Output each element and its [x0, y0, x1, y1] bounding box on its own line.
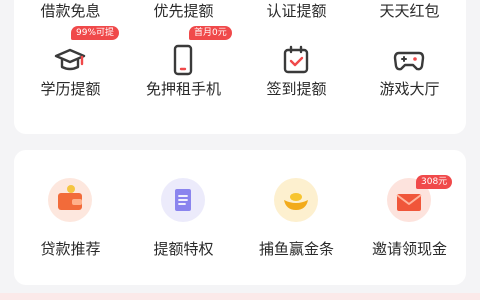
services-grid: 贷款推荐 提额特权 捕鱼赢金条 308元 邀请领现金 — [14, 150, 466, 285]
quota-features-card: 借款免息 优先提额 认证提额 天天红包 99%可提 学历提额 首月0元 免押租手… — [14, 0, 466, 134]
feature-label: 免押租手机 — [145, 80, 221, 98]
feature-priority-quota[interactable]: 优先提额 — [127, 0, 240, 20]
service-fishing-gold[interactable]: 捕鱼赢金条 — [240, 178, 353, 268]
quota-features-grid: 借款免息 优先提额 认证提额 天天红包 99%可提 学历提额 首月0元 免押租手… — [14, 0, 466, 134]
feature-education-quota[interactable]: 99%可提 学历提额 — [14, 26, 127, 116]
feature-label: 游戏大厅 — [379, 80, 440, 98]
services-card: 贷款推荐 提额特权 捕鱼赢金条 308元 邀请领现金 — [14, 150, 466, 285]
service-label: 邀请领现金 — [371, 240, 447, 258]
service-quota-privilege[interactable]: 提额特权 — [127, 178, 240, 268]
bottom-banner-edge — [0, 293, 480, 300]
service-invite-cash[interactable]: 308元 邀请领现金 — [353, 175, 466, 268]
promo-badge: 首月0元 — [189, 26, 232, 40]
graduation-cap-icon — [50, 40, 90, 80]
feature-interest-free[interactable]: 借款免息 — [14, 0, 127, 20]
feature-label: 优先提额 — [153, 2, 214, 20]
phone-icon — [163, 40, 203, 80]
feature-checkin-quota[interactable]: 签到提额 — [240, 36, 353, 116]
feature-daily-red-packet[interactable]: 天天红包 — [353, 0, 466, 20]
service-label: 提额特权 — [153, 240, 214, 258]
service-label: 捕鱼赢金条 — [258, 240, 334, 258]
wallet-icon — [48, 178, 92, 222]
feature-game-hall[interactable]: 游戏大厅 — [353, 36, 466, 116]
service-label: 贷款推荐 — [40, 240, 101, 258]
gamepad-icon — [389, 40, 429, 80]
feature-label: 签到提额 — [266, 80, 327, 98]
feature-label: 天天红包 — [379, 2, 440, 20]
calendar-check-icon — [276, 40, 316, 80]
promo-badge: 308元 — [416, 175, 453, 189]
feature-label: 学历提额 — [40, 80, 101, 98]
document-icon — [161, 178, 205, 222]
feature-label: 认证提额 — [266, 2, 327, 20]
service-loan-recommend[interactable]: 贷款推荐 — [14, 178, 127, 268]
promo-badge: 99%可提 — [71, 26, 120, 40]
feature-rent-phone[interactable]: 首月0元 免押租手机 — [127, 26, 240, 116]
gold-ingot-icon — [274, 178, 318, 222]
feature-verify-quota[interactable]: 认证提额 — [240, 0, 353, 20]
feature-label: 借款免息 — [40, 2, 101, 20]
